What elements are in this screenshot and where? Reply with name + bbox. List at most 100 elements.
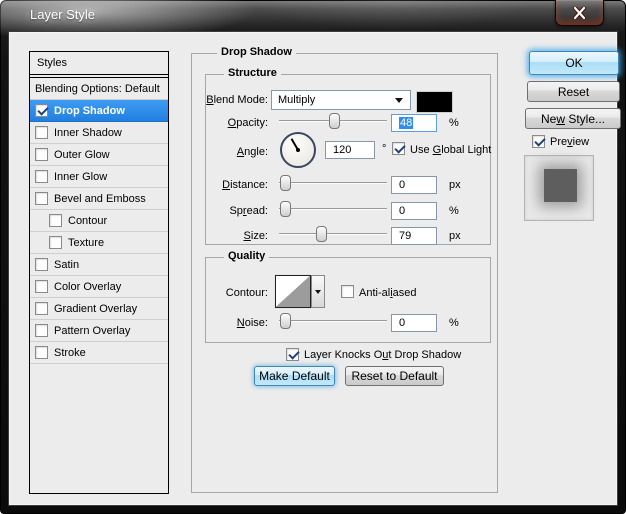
reset-to-default-button[interactable]: Reset to Default [345, 366, 444, 386]
window-title: Layer Style [30, 7, 95, 22]
slider-thumb[interactable] [329, 113, 340, 129]
angle-value: 120 [333, 144, 351, 156]
opacity-unit: % [449, 117, 459, 129]
sidebar-item-satin[interactable]: Satin [30, 254, 168, 276]
bevel-emboss-checkbox[interactable] [35, 192, 48, 205]
slider-thumb[interactable] [280, 313, 291, 329]
preview-label: Preview [550, 136, 589, 148]
ok-button[interactable]: OK [529, 51, 619, 75]
chevron-down-icon [315, 290, 321, 294]
check-icon [394, 142, 405, 153]
gradient-overlay-checkbox[interactable] [35, 302, 48, 315]
make-default-button[interactable]: Make Default [254, 366, 335, 386]
angle-field[interactable]: 120 [325, 141, 375, 159]
layer-knocks-out-checkbox[interactable] [286, 348, 299, 361]
quality-group: Quality Contour: Anti-aliased Noise: 0 % [205, 257, 491, 343]
sidebar-item-texture[interactable]: Texture [30, 232, 168, 254]
chevron-down-icon [395, 98, 403, 103]
noise-slider[interactable] [279, 313, 387, 329]
ok-label: OK [565, 56, 582, 70]
drop-shadow-panel: Drop Shadow Structure Blend Mode: Multip… [191, 53, 498, 493]
layer-knocks-out-label: Layer Knocks Out Drop Shadow [304, 349, 461, 361]
inner-shadow-checkbox[interactable] [35, 126, 48, 139]
styles-sidebar: Styles Blending Options: Default Drop Sh… [29, 51, 169, 494]
anti-aliased-label: Anti-aliased [359, 287, 417, 299]
inner-glow-checkbox[interactable] [35, 170, 48, 183]
contour-picker[interactable] [275, 275, 311, 308]
opacity-value: 48 [399, 117, 413, 129]
noise-value: 0 [399, 317, 405, 329]
check-icon [534, 135, 545, 146]
satin-checkbox[interactable] [35, 258, 48, 271]
sidebar-item-label: Blending Options: Default [35, 83, 160, 95]
color-overlay-checkbox[interactable] [35, 280, 48, 293]
sidebar-item-color-overlay[interactable]: Color Overlay [30, 276, 168, 298]
sidebar-item-inner-glow[interactable]: Inner Glow [30, 166, 168, 188]
distance-value: 0 [399, 179, 405, 191]
slider-thumb[interactable] [316, 226, 327, 242]
texture-checkbox[interactable] [49, 236, 62, 249]
sidebar-item-outer-glow[interactable]: Outer Glow [30, 144, 168, 166]
dialog-client-area: Styles Blending Options: Default Drop Sh… [8, 31, 618, 506]
noise-unit: % [449, 317, 459, 329]
quality-title: Quality [224, 250, 269, 262]
angle-dial-hub [296, 148, 300, 152]
reset-to-default-label: Reset to Default [351, 369, 437, 383]
sidebar-item-label: Texture [68, 237, 104, 249]
size-slider[interactable] [279, 226, 387, 242]
spread-slider[interactable] [279, 201, 387, 217]
check-icon [288, 348, 299, 359]
reset-button[interactable]: Reset [527, 81, 620, 102]
blend-mode-select[interactable]: Multiply [271, 90, 411, 110]
spread-unit: % [449, 205, 459, 217]
shadow-color-swatch[interactable] [417, 92, 452, 112]
noise-field[interactable]: 0 [391, 314, 437, 332]
contour-checkbox[interactable] [49, 214, 62, 227]
new-style-button[interactable]: New Style... [525, 108, 621, 129]
opacity-slider[interactable] [279, 113, 387, 129]
use-global-light-checkbox[interactable] [392, 142, 405, 155]
preview-checkbox[interactable] [532, 135, 545, 148]
spread-field[interactable]: 0 [391, 202, 437, 220]
sidebar-item-blending-options[interactable]: Blending Options: Default [30, 78, 168, 100]
distance-slider[interactable] [279, 175, 387, 191]
angle-label: Angle: [206, 146, 268, 158]
sidebar-item-gradient-overlay[interactable]: Gradient Overlay [30, 298, 168, 320]
slider-track [279, 233, 387, 235]
angle-unit: ° [382, 143, 386, 155]
opacity-field[interactable]: 48 [391, 114, 437, 132]
distance-unit: px [449, 179, 461, 191]
sidebar-item-pattern-overlay[interactable]: Pattern Overlay [30, 320, 168, 342]
sidebar-item-contour[interactable]: Contour [30, 210, 168, 232]
drop-shadow-checkbox[interactable] [35, 104, 48, 117]
sidebar-item-stroke[interactable]: Stroke [30, 342, 168, 364]
close-button[interactable] [555, 0, 604, 26]
contour-dropdown-button[interactable] [311, 275, 325, 308]
make-default-label: Make Default [259, 369, 330, 383]
pattern-overlay-checkbox[interactable] [35, 324, 48, 337]
structure-title: Structure [224, 67, 281, 79]
sidebar-item-label: Bevel and Emboss [54, 193, 146, 205]
distance-field[interactable]: 0 [391, 176, 437, 194]
sidebar-item-bevel-emboss[interactable]: Bevel and Emboss [30, 188, 168, 210]
contour-label: Contour: [206, 287, 268, 299]
sidebar-item-label: Stroke [54, 347, 86, 359]
reset-label: Reset [558, 85, 589, 99]
anti-aliased-checkbox[interactable] [341, 285, 354, 298]
sidebar-item-inner-shadow[interactable]: Inner Shadow [30, 122, 168, 144]
layer-style-dialog: Layer Style Styles Blending Options: Def… [0, 0, 626, 514]
slider-thumb[interactable] [280, 201, 291, 217]
stroke-checkbox[interactable] [35, 346, 48, 359]
size-field[interactable]: 79 [391, 227, 437, 245]
slider-thumb[interactable] [280, 175, 291, 191]
sidebar-item-label: Contour [68, 215, 107, 227]
sidebar-item-drop-shadow[interactable]: Drop Shadow [30, 100, 168, 122]
slider-track [279, 208, 387, 210]
outer-glow-checkbox[interactable] [35, 148, 48, 161]
spread-label: Spread: [206, 205, 268, 217]
angle-dial[interactable] [280, 132, 316, 168]
sidebar-item-label: Color Overlay [54, 281, 121, 293]
sidebar-item-label: Inner Shadow [54, 127, 122, 139]
size-unit: px [449, 230, 461, 242]
slider-track [279, 182, 387, 184]
